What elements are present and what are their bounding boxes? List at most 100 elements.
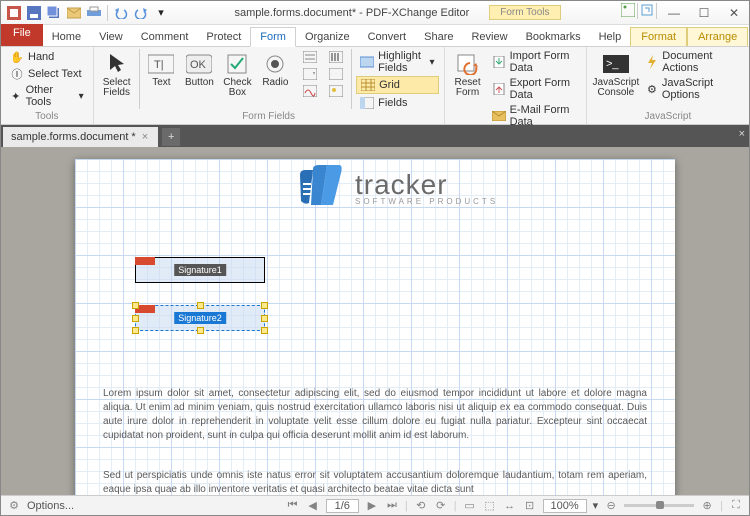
js-options-button[interactable]: ⚙JavaScript Options: [642, 76, 744, 102]
select-fields-button[interactable]: Select Fields: [99, 49, 135, 100]
options-icon[interactable]: ⚙: [7, 499, 21, 513]
resize-handle[interactable]: [132, 327, 139, 334]
print-icon[interactable]: [85, 4, 103, 22]
next-page-icon[interactable]: ▶: [365, 499, 379, 513]
more-fields-2[interactable]: [299, 66, 321, 82]
export-icon: [492, 82, 506, 96]
save-icon[interactable]: [25, 4, 43, 22]
zoom-actual-icon[interactable]: ▭: [463, 499, 477, 513]
fields-pane-button[interactable]: Fields: [356, 95, 438, 111]
resize-handle[interactable]: [261, 327, 268, 334]
js-console-button[interactable]: >_JavaScript Console: [592, 49, 640, 100]
tab-form[interactable]: Form: [250, 27, 296, 47]
tab-view[interactable]: View: [90, 28, 132, 46]
new-tab-button[interactable]: +: [162, 128, 180, 146]
signature-icon: [303, 84, 317, 98]
other-tools[interactable]: ✦Other Tools ▾: [6, 83, 88, 109]
tab-review[interactable]: Review: [462, 28, 516, 46]
group-label-js: JavaScript: [592, 111, 744, 123]
zoom-select-icon[interactable]: ⊡: [523, 499, 537, 513]
tab-comment[interactable]: Comment: [132, 28, 198, 46]
undo-icon[interactable]: [112, 4, 130, 22]
zoom-fit-icon[interactable]: ⬚: [483, 499, 497, 513]
ui-settings-icon[interactable]: [621, 3, 635, 23]
resize-handle[interactable]: [132, 315, 139, 322]
fullscreen-icon[interactable]: ⛶: [729, 499, 743, 513]
mail-icon[interactable]: [65, 4, 83, 22]
app-icon[interactable]: [5, 4, 23, 22]
barcode-icon: [329, 50, 343, 64]
resize-handle[interactable]: [132, 302, 139, 309]
resize-handle[interactable]: [197, 327, 204, 334]
checkbox-icon: [224, 51, 250, 77]
zoom-out-icon[interactable]: ⊖: [604, 499, 618, 513]
highlight-fields-button[interactable]: Highlight Fields ▾: [356, 49, 438, 75]
signature-field-1[interactable]: Signature1: [135, 257, 265, 283]
zoom-width-icon[interactable]: ↔: [503, 499, 517, 513]
close-all-tabs-icon[interactable]: ×: [739, 128, 745, 140]
hand-tool[interactable]: ✋Hand: [6, 49, 88, 65]
nav-back-icon[interactable]: ⟲: [414, 499, 428, 513]
link-field-icon: [329, 67, 343, 81]
tab-help[interactable]: Help: [590, 28, 631, 46]
page[interactable]: tracker SOFTWARE PRODUCTS Signature1 Sig…: [75, 159, 675, 497]
document-tab[interactable]: sample.forms.document * ×: [3, 127, 158, 147]
radio-field-button[interactable]: Radio: [257, 49, 293, 90]
more-fields-3[interactable]: [299, 83, 321, 99]
document-actions-button[interactable]: Document Actions: [642, 49, 744, 75]
tab-protect[interactable]: Protect: [197, 28, 250, 46]
minimize-button[interactable]: —: [659, 3, 689, 23]
more-fields-6[interactable]: [325, 83, 347, 99]
import-icon: [492, 55, 506, 69]
document-tab-label: sample.forms.document *: [11, 131, 136, 143]
close-tab-icon[interactable]: ×: [142, 131, 148, 143]
launch-icon[interactable]: [640, 3, 654, 23]
title-bar: ▾ sample.forms.document* - PDF-XChange E…: [1, 1, 749, 25]
resize-handle[interactable]: [197, 302, 204, 309]
tab-convert[interactable]: Convert: [359, 28, 416, 46]
prev-page-icon[interactable]: ◀: [306, 499, 320, 513]
first-page-icon[interactable]: ⏮: [286, 499, 300, 513]
export-form-data-button[interactable]: Export Form Data: [488, 76, 581, 102]
button-field-button[interactable]: OKButton: [181, 49, 217, 90]
checkbox-field-button[interactable]: Check Box: [219, 49, 255, 100]
tab-format[interactable]: Format: [630, 27, 687, 46]
import-form-data-button[interactable]: Import Form Data: [488, 49, 581, 75]
button-icon: OK: [186, 51, 212, 77]
close-button[interactable]: ✕: [719, 3, 749, 23]
zoom-dropdown-icon[interactable]: ▾: [593, 499, 599, 512]
svg-text:OK: OK: [190, 59, 207, 71]
select-text-tool[interactable]: ⒾSelect Text: [6, 66, 88, 82]
maximize-button[interactable]: ☐: [689, 3, 719, 23]
ribbon: ✋Hand ⒾSelect Text ✦Other Tools ▾ Tools …: [1, 47, 749, 125]
signature-label: Signature2: [174, 312, 226, 324]
file-tab[interactable]: File: [1, 24, 43, 46]
save-multi-icon[interactable]: [45, 4, 63, 22]
zoom-slider[interactable]: [624, 504, 694, 507]
reset-form-button[interactable]: Reset Form: [450, 49, 486, 100]
resize-handle[interactable]: [261, 315, 268, 322]
last-page-icon[interactable]: ⏭: [385, 499, 399, 513]
more-fields-1[interactable]: [299, 49, 321, 65]
zoom-in-icon[interactable]: ⊕: [700, 499, 714, 513]
grid-button[interactable]: Grid: [356, 76, 438, 94]
tab-home[interactable]: Home: [43, 28, 90, 46]
more-fields-5[interactable]: [325, 66, 347, 82]
redo-icon[interactable]: [132, 4, 150, 22]
tab-organize[interactable]: Organize: [296, 28, 359, 46]
nav-fwd-icon[interactable]: ⟳: [434, 499, 448, 513]
page-number[interactable]: 1/6: [326, 499, 359, 513]
tab-bookmarks[interactable]: Bookmarks: [517, 28, 590, 46]
lightning-icon: [646, 55, 658, 69]
logo: tracker SOFTWARE PRODUCTS: [295, 165, 498, 209]
text-field-button[interactable]: T|Text: [143, 49, 179, 90]
more-fields-4[interactable]: [325, 49, 347, 65]
hand-icon: ✋: [10, 50, 24, 64]
signature-field-2[interactable]: Signature2: [135, 305, 265, 331]
tab-arrange[interactable]: Arrange: [687, 27, 748, 46]
options-button[interactable]: Options...: [27, 500, 74, 512]
resize-handle[interactable]: [261, 302, 268, 309]
qat-dropdown-icon[interactable]: ▾: [152, 4, 170, 22]
tab-share[interactable]: Share: [415, 28, 462, 46]
zoom-value[interactable]: 100%: [543, 499, 587, 513]
